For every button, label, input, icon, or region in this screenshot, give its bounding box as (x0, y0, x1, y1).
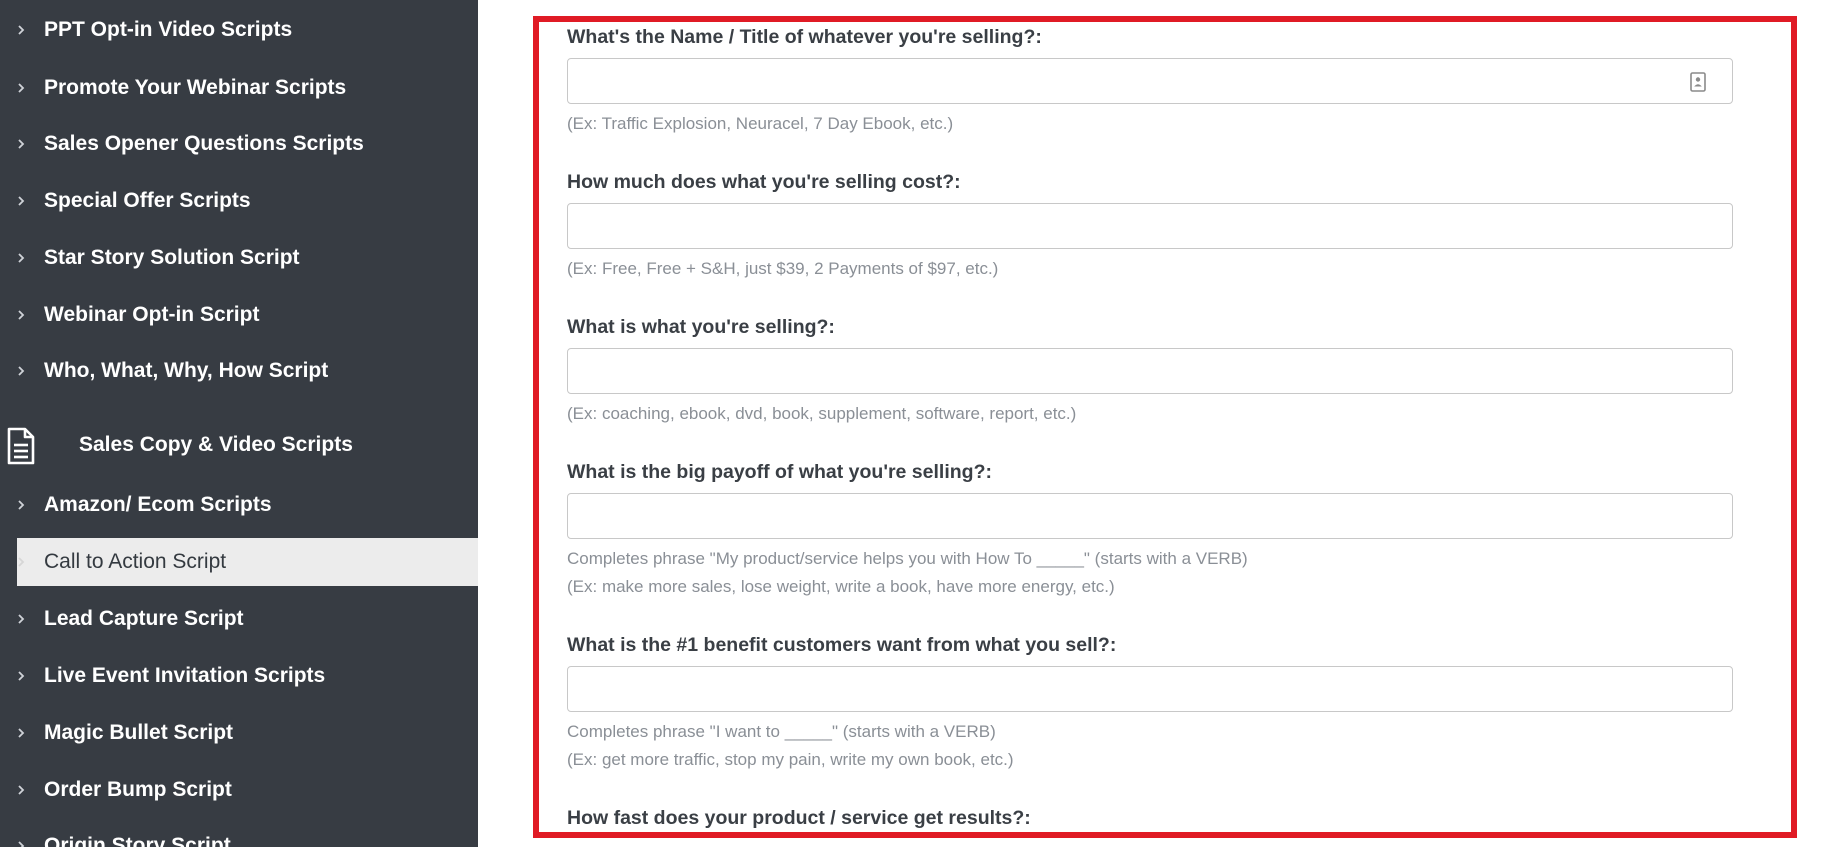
form-field-product-name: What's the Name / Title of whatever you'… (567, 24, 1737, 138)
script-form: What's the Name / Title of whatever you'… (533, 16, 1797, 838)
product-name-input[interactable] (568, 59, 1732, 103)
sidebar-item-label: Live Event Invitation Scripts (44, 664, 326, 687)
top-benefit-input[interactable] (568, 667, 1732, 711)
sidebar-item-sales-opener-questions-scripts[interactable]: Sales Opener Questions Scripts (0, 120, 478, 168)
sidebar-section-sales-copy-video-scripts[interactable]: Sales Copy & Video Scripts (0, 415, 478, 475)
form-field-results-speed: How fast does your product / service get… (567, 805, 1737, 832)
sidebar-item-label: Special Offer Scripts (44, 189, 251, 212)
sidebar: PPT Opt-in Video Scripts Promote Your We… (0, 0, 478, 847)
sidebar-item-who-what-why-how-script[interactable]: Who, What, Why, How Script (0, 347, 478, 395)
top-benefit-input-wrapper (567, 666, 1733, 712)
field-label: What is what you're selling?: (567, 316, 835, 338)
chevron-right-icon (18, 310, 25, 320)
sidebar-item-label: Magic Bullet Script (44, 721, 234, 744)
field-hint: (Ex: coaching, ebook, dvd, book, supplem… (567, 404, 1077, 423)
field-hint: Completes phrase "I want to _____" (star… (567, 722, 996, 741)
sidebar-item-star-story-solution-script[interactable]: Star Story Solution Script (0, 234, 478, 282)
sidebar-section-label: Sales Copy & Video Scripts (79, 433, 353, 456)
sidebar-item-lead-capture-script[interactable]: Lead Capture Script (0, 595, 478, 643)
chevron-right-icon (18, 841, 25, 847)
chevron-right-icon (18, 500, 25, 510)
sidebar-item-label: Order Bump Script (44, 778, 232, 801)
sidebar-item-webinar-opt-in-script[interactable]: Webinar Opt-in Script (0, 291, 478, 339)
field-hint: (Ex: Traffic Explosion, Neuracel, 7 Day … (567, 114, 954, 133)
sidebar-item-promote-your-webinar-scripts[interactable]: Promote Your Webinar Scripts (0, 64, 478, 112)
sidebar-item-label: Sales Opener Questions Scripts (44, 132, 364, 155)
sidebar-item-special-offer-scripts[interactable]: Special Offer Scripts (0, 177, 478, 225)
chevron-right-icon (18, 366, 25, 376)
price-input[interactable] (568, 204, 1732, 248)
sidebar-item-amazon-ecom-scripts[interactable]: Amazon/ Ecom Scripts (0, 481, 478, 529)
sidebar-item-label: Who, What, Why, How Script (44, 359, 329, 382)
document-icon (7, 427, 35, 465)
big-payoff-input[interactable] (568, 494, 1732, 538)
chevron-right-icon (18, 253, 25, 263)
field-label: How fast does your product / service get… (567, 807, 1031, 829)
price-input-wrapper (567, 203, 1733, 249)
field-label: What is the #1 benefit customers want fr… (567, 634, 1117, 656)
form-field-top-benefit: What is the #1 benefit customers want fr… (567, 632, 1737, 774)
sidebar-item-label: Call to Action Script (44, 550, 227, 573)
sidebar-item-call-to-action-script[interactable]: Call to Action Script (17, 538, 478, 586)
form-field-price: How much does what you're selling cost?:… (567, 169, 1737, 283)
chevron-right-icon (18, 614, 25, 624)
product-type-input-wrapper (567, 348, 1733, 394)
sidebar-item-live-event-invitation-scripts[interactable]: Live Event Invitation Scripts (0, 652, 478, 700)
product-name-input-wrapper (567, 58, 1733, 104)
field-hint: (Ex: Free, Free + S&H, just $39, 2 Payme… (567, 259, 999, 278)
field-label: What is the big payoff of what you're se… (567, 461, 992, 483)
sidebar-item-origin-story-script[interactable]: Origin Story Script (0, 822, 478, 847)
field-label: What's the Name / Title of whatever you'… (567, 26, 1042, 48)
chevron-right-icon (18, 83, 25, 93)
sidebar-item-label: Lead Capture Script (44, 607, 244, 630)
sidebar-item-label: Origin Story Script (44, 834, 231, 847)
field-label: How much does what you're selling cost?: (567, 171, 961, 193)
field-hint: Completes phrase "My product/service hel… (567, 549, 1248, 568)
big-payoff-input-wrapper (567, 493, 1733, 539)
chevron-right-icon (18, 557, 25, 567)
sidebar-item-label: Star Story Solution Script (44, 246, 300, 269)
chevron-right-icon (18, 139, 25, 149)
sidebar-item-label: PPT Opt-in Video Scripts (44, 18, 293, 41)
form-field-big-payoff: What is the big payoff of what you're se… (567, 459, 1737, 601)
chevron-right-icon (18, 785, 25, 795)
chevron-right-icon (18, 728, 25, 738)
sidebar-item-ppt-opt-in-video-scripts[interactable]: PPT Opt-in Video Scripts (0, 6, 478, 54)
sidebar-item-label: Promote Your Webinar Scripts (44, 76, 347, 99)
sidebar-item-label: Webinar Opt-in Script (44, 303, 260, 326)
product-type-input[interactable] (568, 349, 1732, 393)
field-hint-example: (Ex: get more traffic, stop my pain, wri… (567, 750, 1014, 769)
chevron-right-icon (18, 25, 25, 35)
field-hint-example: (Ex: make more sales, lose weight, write… (567, 577, 1115, 596)
chevron-right-icon (18, 196, 25, 206)
sidebar-item-order-bump-script[interactable]: Order Bump Script (0, 766, 478, 814)
contact-card-icon[interactable] (1690, 72, 1706, 92)
form-field-product-type: What is what you're selling?: (Ex: coach… (567, 314, 1737, 428)
sidebar-item-magic-bullet-script[interactable]: Magic Bullet Script (0, 709, 478, 757)
sidebar-item-label: Amazon/ Ecom Scripts (44, 493, 272, 516)
chevron-right-icon (18, 671, 25, 681)
